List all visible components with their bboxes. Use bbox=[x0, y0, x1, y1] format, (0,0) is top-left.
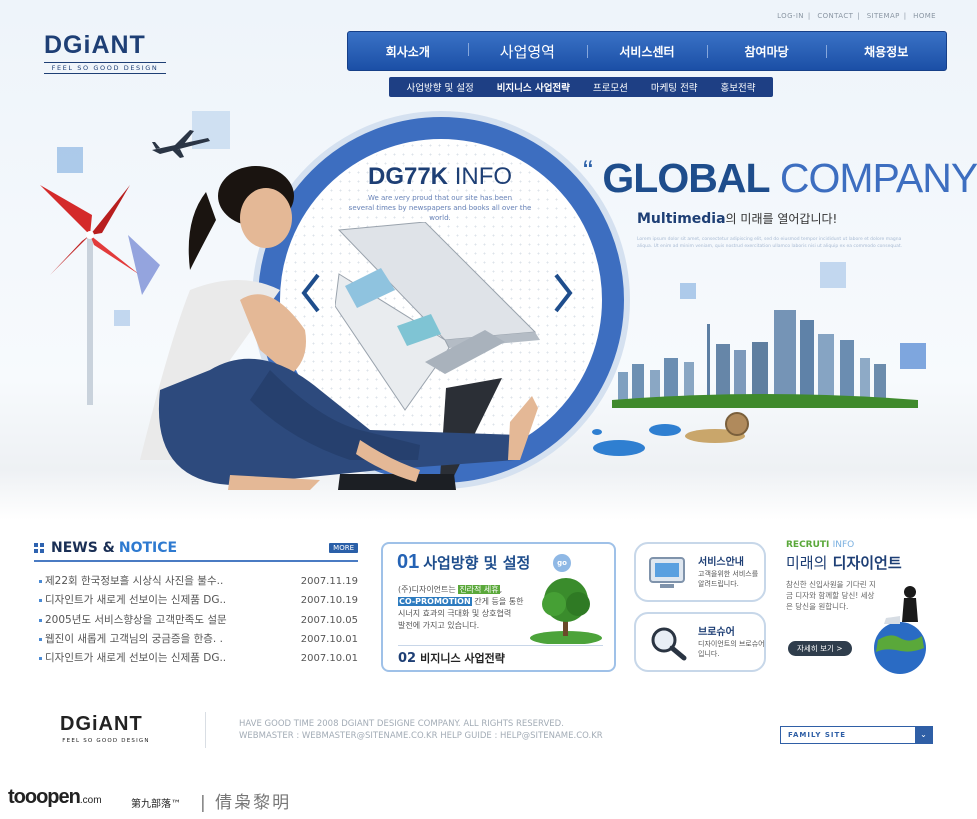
footer-logo-text: DGiANT bbox=[60, 713, 143, 735]
sub-nav: 사업방향 및 설정 비지니스 사업전략 프로모션 마케팅 전략 홍보전략 bbox=[389, 77, 773, 97]
nav-item-service-center[interactable]: 서비스센터 bbox=[587, 43, 707, 60]
contact-link[interactable]: CONTACT bbox=[817, 12, 853, 20]
watermark-brand: tooopen.com bbox=[8, 786, 102, 808]
footer-info: HAVE GOOD TIME 2008 DGIANT DESIGNE COMPA… bbox=[239, 718, 603, 742]
watermark-cn: 第九部落™ bbox=[131, 799, 181, 810]
family-site-select[interactable]: FAMILY SITE ⌄ bbox=[780, 726, 933, 744]
news-notice-section: NEWS & NOTICE MORE 제22회 한국정보흘 시상식 사진을 불수.… bbox=[34, 540, 358, 668]
dots-icon bbox=[34, 543, 44, 553]
global-description: Lorem ipsum dolor sit amet, consectetur … bbox=[637, 237, 903, 249]
water-puddles-image bbox=[592, 412, 749, 456]
subnav-item-direction[interactable]: 사업방향 및 설정 bbox=[406, 80, 473, 94]
login-link[interactable]: LOG-IN bbox=[777, 12, 804, 20]
footer-logo[interactable]: DGiANT FEEL SO GOOD DESIGN bbox=[60, 714, 152, 745]
monitor-icon bbox=[649, 557, 685, 588]
family-site-label: FAMILY SITE bbox=[788, 731, 847, 739]
subnav-item-marketing[interactable]: 마케팅 전략 bbox=[651, 80, 698, 94]
chevron-down-icon: ⌄ bbox=[915, 727, 932, 743]
brochure-title: 브로슈어 bbox=[698, 627, 735, 638]
news-more-button[interactable]: MORE bbox=[329, 543, 358, 553]
global-subheading: Multimedia의 미래를 열어갑니다! bbox=[637, 211, 838, 227]
subnav-item-promotion[interactable]: 프로모션 bbox=[593, 80, 628, 94]
globe-with-person-image bbox=[874, 586, 926, 674]
subnav-item-pr[interactable]: 홍보전략 bbox=[721, 80, 756, 94]
news-item[interactable]: 디자인트가 새로게 선보이는 신제품 DG.. 2007.10.19 bbox=[34, 591, 358, 610]
news-item[interactable]: 디자인트가 새로게 선보이는 신제품 DG.. 2007.10.01 bbox=[34, 649, 358, 668]
footer-logo-tagline: FEEL SO GOOD DESIGN bbox=[62, 738, 150, 744]
service-guide-title: 서비스안내 bbox=[698, 557, 744, 568]
woman-with-laptop-image bbox=[140, 166, 538, 490]
footer-divider bbox=[205, 712, 206, 748]
news-list: 제22회 한국정보흘 시상식 사진을 불수.. 2007.11.19 디자인트가 … bbox=[34, 572, 358, 668]
copyright-text: HAVE GOOD TIME 2008 DGIANT DESIGNE COMPA… bbox=[239, 719, 564, 729]
site-logo[interactable]: DGiANT FEEL SO GOOD DESIGN bbox=[44, 33, 166, 74]
go-button[interactable]: go bbox=[553, 554, 571, 572]
magnifier-icon bbox=[651, 627, 687, 661]
news-header: NEWS & NOTICE MORE bbox=[34, 540, 358, 562]
watermark-author: | 倩枭黎明 bbox=[200, 793, 292, 813]
recruit-detail-button[interactable]: 자세히 보기 > bbox=[788, 641, 852, 656]
service-guide-text: 고객을위한 서비스를 알려드립니다. bbox=[698, 570, 759, 588]
home-link[interactable]: HOME bbox=[913, 12, 936, 20]
main-nav: 회사소개 사업영역 서비스센터 참여마당 채용정보 bbox=[347, 31, 947, 71]
nav-item-participation[interactable]: 참여마당 bbox=[706, 43, 827, 60]
business-direction-text: (주)디자이언트는 진라적 세휴, CO-PROMOTION 간게 등을 통한 … bbox=[398, 585, 524, 630]
global-company-heading: “ GLOBAL COMPANY ” bbox=[583, 155, 977, 201]
business-strategy-link[interactable]: 02 비지니스 사업전략 bbox=[398, 645, 603, 666]
brochure-box[interactable]: 브로슈어 디자이언트의 브로슈어입니다. bbox=[634, 612, 766, 672]
recruit-label: RECRUTI INFO bbox=[786, 540, 855, 550]
news-title: NEWS & NOTICE bbox=[34, 540, 177, 556]
logo-tagline: FEEL SO GOOD DESIGN bbox=[44, 62, 166, 74]
news-item[interactable]: 웹진이 새롭게 고객님의 궁금증을 한층. . 2007.10.01 bbox=[34, 630, 358, 649]
nav-item-company[interactable]: 회사소개 bbox=[348, 43, 468, 60]
next-arrow-icon[interactable] bbox=[552, 273, 574, 313]
subnav-item-strategy[interactable]: 비지니스 사업전략 bbox=[497, 80, 570, 94]
news-item[interactable]: 2005년도 서비스향상을 고객만족도 설문 2007.10.05 bbox=[34, 611, 358, 630]
page: LOG-IN | CONTACT | SITEMAP | HOME DGiANT FE… bbox=[0, 0, 977, 819]
nav-item-recruit[interactable]: 채용정보 bbox=[826, 43, 946, 60]
contact-emails: WEBMASTER : WEBMASTER@SITENAME.CO.KR HEL… bbox=[239, 731, 603, 741]
service-guide-box[interactable]: 서비스안내 고객을위한 서비스를 알려드립니다. bbox=[634, 542, 766, 602]
sitemap-link[interactable]: SITEMAP bbox=[867, 12, 900, 20]
nav-item-business[interactable]: 사업영역 bbox=[467, 41, 588, 62]
recruit-section: RECRUTI INFO 미래의 디자이언트 참신한 신입사원을 기다린 지금 … bbox=[786, 540, 946, 674]
brochure-text: 디자이언트의 브로슈어입니다. bbox=[698, 640, 765, 658]
util-links: LOG-IN | CONTACT | SITEMAP | HOME bbox=[777, 12, 936, 20]
business-direction-title[interactable]: 01 사업방향 및 설정 bbox=[397, 551, 530, 574]
recruit-title: 미래의 디자이언트 bbox=[786, 554, 902, 572]
airplane-icon bbox=[152, 130, 210, 158]
news-item[interactable]: 제22회 한국정보흘 시상식 사진을 불수.. 2007.11.19 bbox=[34, 572, 358, 591]
watermark-bar: tooopen.com 第九部落™ | 倩枭黎明 bbox=[0, 783, 977, 819]
business-direction-box: 01 사업방향 및 설정 go (주)디자이언트는 진라적 세휴, CO-PROM… bbox=[381, 542, 616, 672]
logo-text: DGiANT bbox=[44, 31, 146, 59]
city-skyline-image bbox=[612, 310, 918, 408]
